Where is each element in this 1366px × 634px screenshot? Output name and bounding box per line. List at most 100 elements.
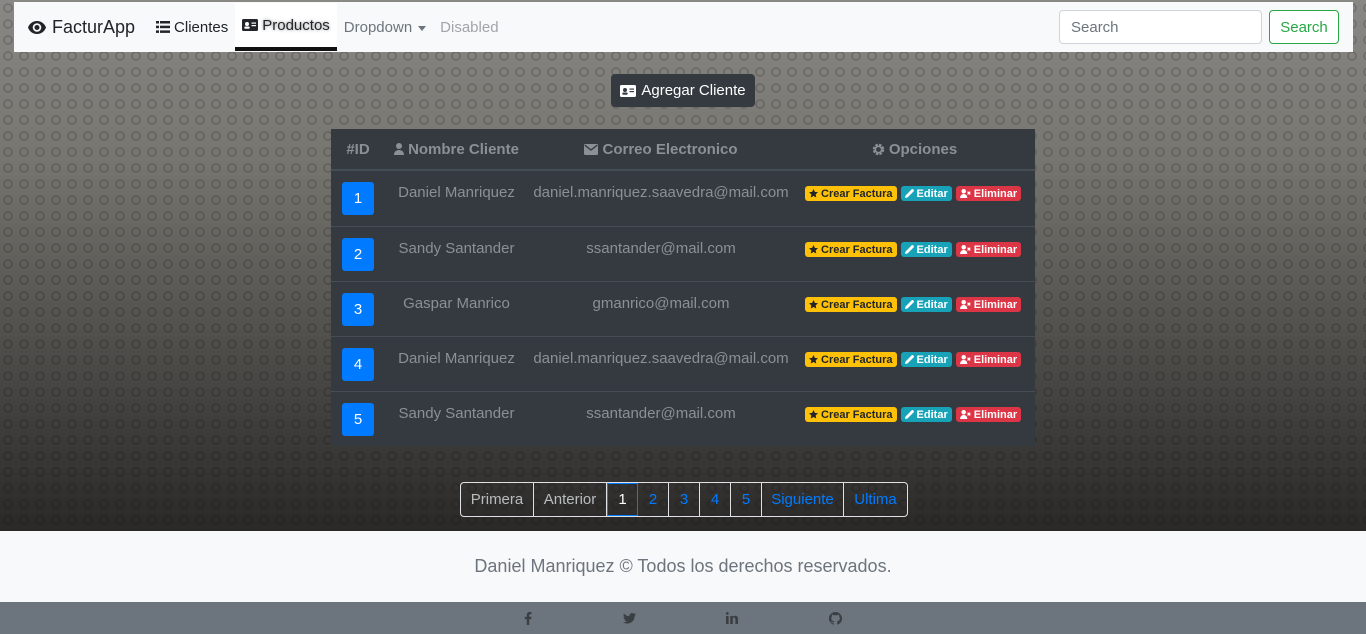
create-invoice-button[interactable]: Crear Factura [805, 352, 897, 367]
nav-item-label: Productos [262, 16, 330, 34]
user-times-icon [959, 245, 971, 254]
header-label: Nombre Cliente [408, 140, 519, 158]
nav-dropdown[interactable]: Dropdown [337, 2, 433, 52]
search-button[interactable]: Search [1269, 10, 1339, 44]
twitter-icon[interactable] [622, 611, 636, 625]
social-bar [0, 602, 1366, 634]
star-icon [809, 189, 818, 198]
options-cell: Crear Factura Editar Eliminar [794, 392, 1035, 446]
edit-button[interactable]: Editar [900, 242, 952, 257]
page-next[interactable]: Siguiente [762, 483, 844, 516]
caret-down-icon [418, 25, 427, 31]
delete-button[interactable]: Eliminar [955, 186, 1022, 201]
id-badge[interactable]: 5 [342, 403, 374, 436]
client-name: Sandy Santander [398, 405, 515, 422]
id-badge[interactable]: 1 [342, 182, 374, 215]
client-name: Daniel Manriquez [398, 184, 515, 201]
client-name: Sandy Santander [398, 240, 515, 257]
id-cell: 2 [331, 227, 385, 281]
user-times-icon [959, 189, 971, 198]
nav-item-label: Disabled [440, 18, 499, 36]
badge-label: Editar [916, 353, 948, 366]
header-label: Correo Electronico [602, 140, 738, 158]
page-3[interactable]: 3 [669, 483, 700, 516]
id-badge[interactable]: 4 [342, 348, 374, 381]
star-icon [809, 300, 818, 309]
user-icon [394, 143, 405, 155]
badge-label: Editar [916, 187, 948, 200]
pencil-icon [904, 300, 914, 309]
table-body: 1 Daniel Manriquez daniel.manriquez.saaved… [331, 171, 1035, 446]
id-card-icon [242, 19, 259, 31]
gear-icon [872, 143, 885, 155]
badge-label: Eliminar [973, 408, 1018, 421]
header-label: Opciones [888, 140, 958, 158]
badge-label: Crear Factura [821, 353, 893, 366]
create-invoice-button[interactable]: Crear Factura [805, 242, 897, 257]
badge-label: Eliminar [973, 243, 1018, 256]
delete-button[interactable]: Eliminar [955, 242, 1022, 257]
create-invoice-button[interactable]: Crear Factura [805, 407, 897, 422]
client-name: Daniel Manriquez [398, 350, 515, 367]
create-invoice-button[interactable]: Crear Factura [805, 297, 897, 312]
navbar: FacturApp Clientes Productos Dropdown Di… [14, 2, 1353, 52]
pencil-icon [904, 410, 914, 419]
search-input[interactable] [1059, 10, 1262, 44]
delete-button[interactable]: Eliminar [955, 407, 1022, 422]
page-1[interactable]: 1 [607, 483, 638, 516]
github-icon[interactable] [828, 611, 842, 625]
create-invoice-button[interactable]: Crear Factura [805, 186, 897, 201]
id-cell: 5 [331, 392, 385, 446]
badge-label: Eliminar [973, 353, 1018, 366]
address-card-icon [620, 84, 637, 97]
edit-button[interactable]: Editar [900, 186, 952, 201]
badge-label: Crear Factura [821, 187, 893, 200]
delete-button[interactable]: Eliminar [955, 297, 1022, 312]
add-client-label: Agregar Cliente [641, 82, 746, 99]
client-email: gmanrico@mail.com [592, 295, 730, 312]
badge-label: Editar [916, 243, 948, 256]
client-email: daniel.manriquez.saavedra@mail.com [533, 184, 789, 201]
edit-button[interactable]: Editar [900, 352, 952, 367]
page-previous: Anterior [534, 483, 607, 516]
linkedin-icon[interactable] [725, 611, 739, 625]
edit-button[interactable]: Editar [900, 407, 952, 422]
id-cell: 3 [331, 282, 385, 336]
page-4[interactable]: 4 [700, 483, 731, 516]
add-client-button[interactable]: Agregar Cliente [611, 74, 755, 107]
badge-label: Eliminar [973, 187, 1018, 200]
badge-label: Editar [916, 298, 948, 311]
nav-item-clientes[interactable]: Clientes [149, 2, 235, 52]
table-row: 1 Daniel Manriquez daniel.manriquez.saaved… [331, 171, 1035, 226]
table-row: 5 Sandy Santander ssantander@mail.com Crear… [331, 391, 1035, 446]
id-badge[interactable]: 2 [342, 238, 374, 271]
table-row: 4 Daniel Manriquez daniel.manriquez.saaved… [331, 336, 1035, 391]
client-name: Gaspar Manrico [403, 295, 510, 312]
facebook-icon[interactable] [521, 611, 535, 625]
delete-button[interactable]: Eliminar [955, 352, 1022, 367]
header-options: Opciones [794, 141, 1035, 158]
header-id: #ID [331, 141, 385, 158]
id-cell: 1 [331, 171, 385, 226]
id-badge[interactable]: 3 [342, 293, 374, 326]
options-cell: Crear Factura Editar Eliminar [794, 282, 1035, 336]
table-row: 3 Gaspar Manrico gmanrico@mail.com Crear Fa… [331, 281, 1035, 336]
brand-link[interactable]: FacturApp [28, 2, 135, 52]
badge-label: Editar [916, 408, 948, 421]
page-2[interactable]: 2 [638, 483, 669, 516]
nav-item-productos[interactable]: Productos [235, 3, 337, 51]
options-cell: Crear Factura Editar Eliminar [794, 227, 1035, 281]
page-5[interactable]: 5 [731, 483, 762, 516]
page-last[interactable]: Ultima [844, 483, 907, 516]
client-email: daniel.manriquez.saavedra@mail.com [533, 350, 789, 367]
page-first: Primera [461, 483, 534, 516]
client-email: ssantander@mail.com [586, 405, 736, 422]
client-email: ssantander@mail.com [586, 240, 736, 257]
header-email: Correo Electronico [528, 141, 794, 158]
pencil-icon [904, 189, 914, 198]
edit-button[interactable]: Editar [900, 297, 952, 312]
badge-label: Crear Factura [821, 408, 893, 421]
envelope-icon [584, 143, 599, 155]
id-cell: 4 [331, 337, 385, 391]
nav-item-label: Dropdown [343, 18, 413, 36]
